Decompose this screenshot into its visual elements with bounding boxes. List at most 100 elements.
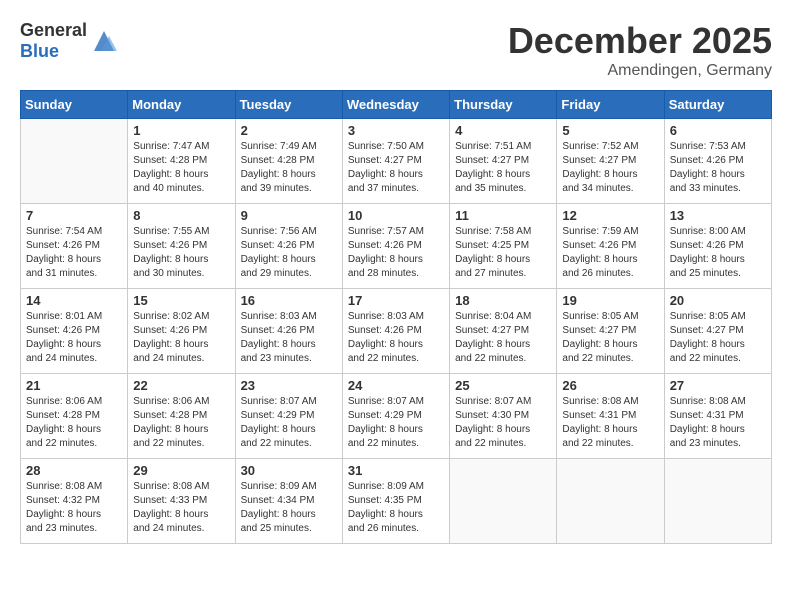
calendar-cell: 10 Sunrise: 7:57 AMSunset: 4:26 PMDayligh… (342, 204, 449, 289)
day-info: Sunrise: 8:06 AMSunset: 4:28 PMDaylight:… (133, 395, 229, 451)
day-number: 3 (348, 123, 444, 138)
day-number: 15 (133, 293, 229, 308)
day-number: 2 (241, 123, 337, 138)
calendar-cell: 27 Sunrise: 8:08 AMSunset: 4:31 PMDayligh… (664, 374, 771, 459)
day-info: Sunrise: 8:05 AMSunset: 4:27 PMDaylight:… (562, 310, 658, 366)
calendar-cell: 25Sunrise: 8:07 AMSunset: 4:30 PMDayligh… (450, 374, 557, 459)
calendar-cell (557, 459, 664, 544)
calendar-cell: 24 Sunrise: 8:07 AMSunset: 4:29 PMDayligh… (342, 374, 449, 459)
day-info: Sunrise: 8:08 AMSunset: 4:31 PMDaylight:… (670, 395, 766, 451)
calendar-cell: 12 Sunrise: 7:59 AMSunset: 4:26 PMDayligh… (557, 204, 664, 289)
day-info: Sunrise: 7:47 AMSunset: 4:28 PMDaylight:… (133, 140, 229, 196)
day-info: Sunrise: 7:59 AMSunset: 4:26 PMDaylight:… (562, 225, 658, 281)
logo: General Blue (20, 20, 119, 62)
day-info: Sunrise: 8:02 AMSunset: 4:26 PMDaylight:… (133, 310, 229, 366)
day-number: 25 (455, 378, 551, 393)
calendar-cell: 22 Sunrise: 8:06 AMSunset: 4:28 PMDayligh… (128, 374, 235, 459)
day-number: 11 (455, 208, 551, 223)
logo-blue: Blue (20, 41, 59, 61)
day-info: Sunrise: 8:08 AMSunset: 4:31 PMDaylight:… (562, 395, 658, 451)
day-number: 5 (562, 123, 658, 138)
logo-general: General (20, 20, 87, 40)
week-row: 7 Sunrise: 7:54 AMSunset: 4:26 PMDaylight… (21, 204, 772, 289)
day-info: Sunrise: 8:01 AMSunset: 4:26 PMDaylight:… (26, 310, 122, 366)
logo-text: General Blue (20, 20, 87, 62)
day-of-week-header: Sunday (21, 91, 128, 119)
day-number: 8 (133, 208, 229, 223)
day-number: 31 (348, 463, 444, 478)
calendar-cell: 1 Sunrise: 7:47 AMSunset: 4:28 PMDaylight… (128, 119, 235, 204)
day-info: Sunrise: 8:03 AMSunset: 4:26 PMDaylight:… (348, 310, 444, 366)
week-row: 14Sunrise: 8:01 AMSunset: 4:26 PMDayligh… (21, 289, 772, 374)
week-row: 1 Sunrise: 7:47 AMSunset: 4:28 PMDaylight… (21, 119, 772, 204)
day-info: Sunrise: 8:08 AMSunset: 4:32 PMDaylight:… (26, 480, 122, 536)
day-info: Sunrise: 7:51 AMSunset: 4:27 PMDaylight:… (455, 140, 551, 196)
day-number: 6 (670, 123, 766, 138)
calendar-cell: 9 Sunrise: 7:56 AMSunset: 4:26 PMDaylight… (235, 204, 342, 289)
logo-icon (89, 26, 119, 56)
day-number: 12 (562, 208, 658, 223)
day-info: Sunrise: 8:03 AMSunset: 4:26 PMDaylight:… (241, 310, 337, 366)
calendar-cell: 31Sunrise: 8:09 AMSunset: 4:35 PMDayligh… (342, 459, 449, 544)
calendar-cell: 4 Sunrise: 7:51 AMSunset: 4:27 PMDaylight… (450, 119, 557, 204)
calendar-cell: 7 Sunrise: 7:54 AMSunset: 4:26 PMDaylight… (21, 204, 128, 289)
page-header: General Blue December 2025 Amendingen, G… (20, 20, 772, 80)
day-info: Sunrise: 7:49 AMSunset: 4:28 PMDaylight:… (241, 140, 337, 196)
calendar-cell (664, 459, 771, 544)
day-info: Sunrise: 8:09 AMSunset: 4:34 PMDaylight:… (241, 480, 337, 536)
day-info: Sunrise: 7:55 AMSunset: 4:26 PMDaylight:… (133, 225, 229, 281)
day-number: 1 (133, 123, 229, 138)
day-info: Sunrise: 7:57 AMSunset: 4:26 PMDaylight:… (348, 225, 444, 281)
day-of-week-header: Wednesday (342, 91, 449, 119)
calendar-cell (450, 459, 557, 544)
day-info: Sunrise: 7:53 AMSunset: 4:26 PMDaylight:… (670, 140, 766, 196)
calendar-cell: 17 Sunrise: 8:03 AMSunset: 4:26 PMDayligh… (342, 289, 449, 374)
day-number: 16 (241, 293, 337, 308)
day-number: 13 (670, 208, 766, 223)
day-info: Sunrise: 7:58 AMSunset: 4:25 PMDaylight:… (455, 225, 551, 281)
day-info: Sunrise: 8:04 AMSunset: 4:27 PMDaylight:… (455, 310, 551, 366)
calendar-cell: 16 Sunrise: 8:03 AMSunset: 4:26 PMDayligh… (235, 289, 342, 374)
day-info: Sunrise: 7:50 AMSunset: 4:27 PMDaylight:… (348, 140, 444, 196)
day-info: Sunrise: 8:07 AMSunset: 4:29 PMDaylight:… (348, 395, 444, 451)
day-info: Sunrise: 8:00 AMSunset: 4:26 PMDaylight:… (670, 225, 766, 281)
day-number: 23 (241, 378, 337, 393)
calendar-header-row: SundayMondayTuesdayWednesdayThursdayFrid… (21, 91, 772, 119)
day-number: 10 (348, 208, 444, 223)
calendar-cell: 2 Sunrise: 7:49 AMSunset: 4:28 PMDaylight… (235, 119, 342, 204)
day-of-week-header: Saturday (664, 91, 771, 119)
title-block: December 2025 Amendingen, Germany (508, 20, 772, 80)
day-of-week-header: Thursday (450, 91, 557, 119)
day-info: Sunrise: 8:07 AMSunset: 4:29 PMDaylight:… (241, 395, 337, 451)
calendar-cell: 28Sunrise: 8:08 AMSunset: 4:32 PMDayligh… (21, 459, 128, 544)
day-info: Sunrise: 7:56 AMSunset: 4:26 PMDaylight:… (241, 225, 337, 281)
day-info: Sunrise: 7:54 AMSunset: 4:26 PMDaylight:… (26, 225, 122, 281)
calendar-cell: 23 Sunrise: 8:07 AMSunset: 4:29 PMDayligh… (235, 374, 342, 459)
day-of-week-header: Monday (128, 91, 235, 119)
calendar-table: SundayMondayTuesdayWednesdayThursdayFrid… (20, 90, 772, 544)
day-number: 21 (26, 378, 122, 393)
day-number: 22 (133, 378, 229, 393)
day-info: Sunrise: 8:08 AMSunset: 4:33 PMDaylight:… (133, 480, 229, 536)
month-title: December 2025 (508, 20, 772, 62)
day-of-week-header: Friday (557, 91, 664, 119)
week-row: 21 Sunrise: 8:06 AMSunset: 4:28 PMDayligh… (21, 374, 772, 459)
day-info: Sunrise: 8:05 AMSunset: 4:27 PMDaylight:… (670, 310, 766, 366)
calendar-cell: 30Sunrise: 8:09 AMSunset: 4:34 PMDayligh… (235, 459, 342, 544)
calendar-cell: 13 Sunrise: 8:00 AMSunset: 4:26 PMDayligh… (664, 204, 771, 289)
day-number: 18 (455, 293, 551, 308)
calendar-cell: 18 Sunrise: 8:04 AMSunset: 4:27 PMDayligh… (450, 289, 557, 374)
calendar-cell: 19Sunrise: 8:05 AMSunset: 4:27 PMDayligh… (557, 289, 664, 374)
day-number: 24 (348, 378, 444, 393)
calendar-cell: 6 Sunrise: 7:53 AMSunset: 4:26 PMDaylight… (664, 119, 771, 204)
day-number: 17 (348, 293, 444, 308)
day-number: 9 (241, 208, 337, 223)
day-number: 27 (670, 378, 766, 393)
day-number: 7 (26, 208, 122, 223)
week-row: 28Sunrise: 8:08 AMSunset: 4:32 PMDayligh… (21, 459, 772, 544)
calendar-cell: 15 Sunrise: 8:02 AMSunset: 4:26 PMDayligh… (128, 289, 235, 374)
day-number: 4 (455, 123, 551, 138)
day-info: Sunrise: 7:52 AMSunset: 4:27 PMDaylight:… (562, 140, 658, 196)
calendar-cell: 14Sunrise: 8:01 AMSunset: 4:26 PMDayligh… (21, 289, 128, 374)
calendar-cell: 29Sunrise: 8:08 AMSunset: 4:33 PMDayligh… (128, 459, 235, 544)
